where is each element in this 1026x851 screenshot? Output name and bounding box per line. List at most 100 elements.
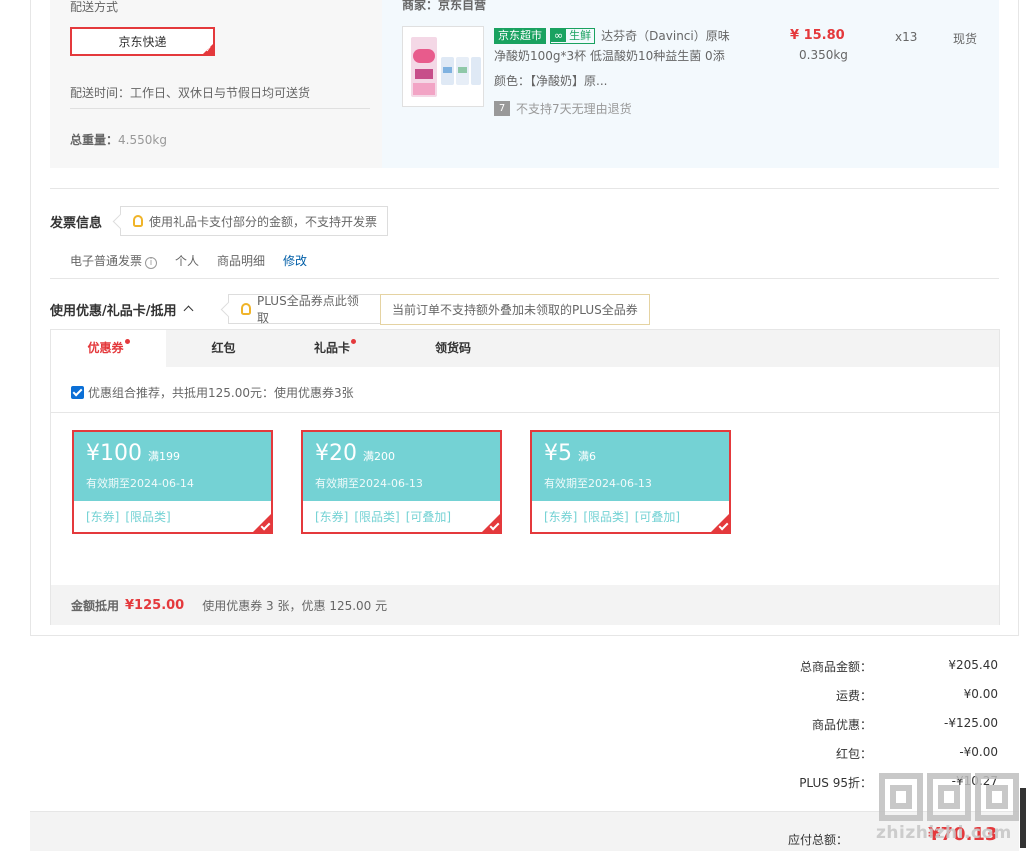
no-return-icon: 7	[494, 101, 510, 116]
invoice-person: 个人	[175, 254, 200, 268]
coupon-amount: ¥100 满199	[86, 440, 271, 471]
coupon-section-title: 使用优惠/礼品卡/抵用	[50, 304, 177, 319]
return-policy-text: 不支持7天无理由退货	[516, 102, 632, 116]
coupon-amount-value: ¥5	[544, 441, 572, 466]
total-label: 商品优惠：	[811, 718, 872, 732]
tab-label: 领货码	[434, 341, 471, 355]
coupon-tabs: 优惠券 红包 礼品卡 领货码	[51, 330, 999, 367]
divider	[50, 278, 999, 279]
check-icon: ✓	[205, 45, 212, 54]
total-value: -¥0.00	[959, 745, 998, 759]
coupon-condition: 满6	[578, 450, 596, 463]
coupon-tag: [可叠加]	[634, 510, 681, 524]
tab-label: 礼品卡	[313, 341, 350, 355]
divider	[70, 108, 370, 109]
tab-red-packet[interactable]: 红包	[166, 330, 281, 367]
fresh-badge-label: 生鲜	[569, 29, 592, 42]
product-name[interactable]: 京东超市 ∞ 生鲜 达芬奇（Davinci）原味净酸奶100g*3杯 低温酸奶10种益…	[494, 26, 738, 66]
express-option-button[interactable]: 京东快递 ✓	[70, 27, 215, 56]
tab-label: 红包	[211, 341, 236, 355]
total-value: -¥10.27	[951, 774, 998, 788]
fresh-badge-icon: ∞	[551, 29, 567, 42]
coupon-tag: [可叠加]	[405, 510, 452, 524]
coupon-card[interactable]: ¥5 满6 有效期至2024-06-13 [东券] [限品类] [可叠加]	[530, 430, 731, 534]
total-row: PLUS 95折： -¥10.27	[700, 774, 1000, 803]
tab-gift-card[interactable]: 礼品卡	[281, 330, 389, 367]
total-row: 商品优惠： -¥125.00	[700, 716, 1000, 745]
supermarket-badge: 京东超市	[494, 28, 546, 44]
checkout-bar	[30, 811, 1019, 851]
coupon-condition: 满200	[363, 450, 395, 463]
invoice-type: 电子普通发票 i	[70, 252, 158, 269]
coupon-summary-text: 使用优惠券 3 张，优惠 125.00 元	[202, 598, 388, 613]
coupon-tag: [东券]	[315, 510, 349, 524]
tab-redeem-code[interactable]: 领货码	[389, 330, 517, 367]
plus-coupon-tip[interactable]: PLUS全品券点此领取	[228, 294, 381, 325]
coupon-card[interactable]: ¥100 满199 有效期至2024-06-14 [东券] [限品类]	[72, 430, 273, 534]
divider	[50, 188, 999, 189]
invoice-title: 发票信息	[50, 216, 103, 231]
fresh-badge: ∞ 生鲜	[550, 28, 596, 44]
total-value: ¥205.40	[948, 658, 998, 672]
invoice-detail: 商品明细	[217, 254, 266, 268]
lightbulb-icon	[241, 303, 251, 315]
product-price: ¥ 15.80	[790, 28, 845, 43]
delivery-time: 配送时间：工作日、双休日与节假日均可送货	[70, 86, 311, 100]
tab-coupons[interactable]: 优惠券	[51, 330, 166, 367]
invoice-tip-text: 使用礼品卡支付部分的金额，不支持开发票	[149, 214, 378, 229]
total-value: ¥0.00	[963, 687, 998, 701]
total-label: 总商品金额：	[799, 660, 872, 674]
coupon-expiry: 有效期至2024-06-13	[315, 477, 423, 490]
recommend-text: 优惠组合推荐，共抵用125.00元：使用优惠券3张	[88, 386, 354, 400]
total-value: -¥125.00	[944, 716, 998, 730]
coupon-tag: [东券]	[544, 510, 578, 524]
express-option-label: 京东快递	[118, 35, 167, 49]
coupon-section-toggle[interactable]: 使用优惠/礼品卡/抵用	[50, 300, 193, 319]
invoice-tip: 使用礼品卡支付部分的金额，不支持开发票	[120, 206, 388, 236]
total-label: PLUS 95折：	[799, 776, 872, 790]
total-weight-label: 总重量：	[70, 133, 119, 147]
chevron-up-icon	[183, 305, 193, 316]
invoice-type-label: 电子普通发票	[70, 254, 143, 268]
dot-icon	[351, 339, 356, 344]
coupon-summary-amount: ¥125.00	[125, 597, 185, 613]
plus-coupon-tip-text: PLUS全品券点此领取	[256, 294, 359, 325]
seller-name: 商家：京东自营	[402, 0, 487, 12]
checkbox-icon[interactable]	[71, 386, 84, 399]
order-totals: 总商品金额： ¥205.40 运费： ¥0.00 商品优惠： -¥125.00 红包：…	[700, 658, 1000, 803]
coupon-card-top: ¥5 满6 有效期至2024-06-13	[532, 432, 729, 501]
payable-label: 应付总额：	[788, 833, 849, 847]
recommend-combo[interactable]: 优惠组合推荐，共抵用125.00元：使用优惠券3张	[71, 384, 354, 401]
stock-status: 现货	[953, 32, 978, 46]
coupon-panel: 优惠券 红包 礼品卡 领货码 优惠组合推荐，共抵用125.00元：使用优惠券3张…	[50, 329, 1000, 625]
product-image[interactable]	[402, 26, 484, 107]
total-row: 红包： -¥0.00	[700, 745, 1000, 774]
product-color: 颜色：【净酸奶】原...	[494, 74, 608, 88]
tab-label: 优惠券	[87, 341, 124, 355]
coupon-tags: [东券] [限品类] [可叠加]	[532, 501, 729, 525]
coupon-tag: [东券]	[86, 510, 120, 524]
product-weight: 0.350kg	[799, 48, 848, 62]
coupon-card[interactable]: ¥20 满200 有效期至2024-06-13 [东券] [限品类] [可叠加]	[301, 430, 502, 534]
coupon-condition: 满199	[148, 450, 180, 463]
info-icon[interactable]: i	[145, 257, 158, 269]
total-row: 总商品金额： ¥205.40	[700, 658, 1000, 687]
total-label: 红包：	[835, 747, 872, 761]
lightbulb-icon	[133, 215, 143, 227]
coupon-amount: ¥5 满6	[544, 440, 729, 471]
coupon-card-top: ¥20 满200 有效期至2024-06-13	[303, 432, 500, 501]
coupon-tags: [东券] [限品类] [可叠加]	[303, 501, 500, 525]
coupon-tag: [限品类]	[125, 510, 171, 524]
coupon-summary: 金额抵用 ¥125.00 使用优惠券 3 张，优惠 125.00 元	[51, 585, 999, 625]
coupon-tag: [限品类]	[583, 510, 629, 524]
divider	[51, 412, 999, 413]
coupon-summary-label: 金额抵用	[71, 598, 120, 613]
watermark-text: zhizhizhi.com	[876, 823, 1012, 843]
invoice-edit-link[interactable]: 修改	[283, 252, 307, 269]
plus-coupon-note: 当前订单不支持额外叠加未领取的PLUS全品券	[380, 294, 650, 325]
yogurt-product-icon	[403, 27, 483, 106]
coupon-expiry: 有效期至2024-06-13	[544, 477, 652, 490]
coupon-tag: [限品类]	[354, 510, 400, 524]
total-weight: 总重量：4.550kg	[70, 131, 167, 148]
coupon-tags: [东券] [限品类]	[74, 501, 271, 525]
